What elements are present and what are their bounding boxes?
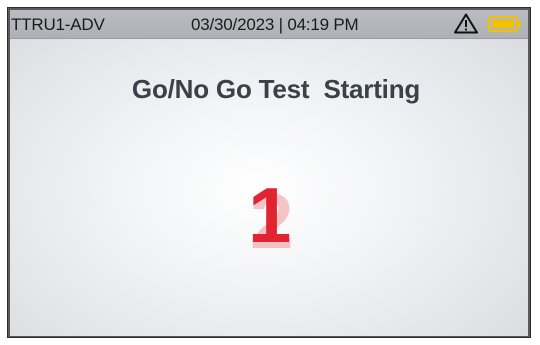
test-status-title: Go/No Go Test Starting [131, 74, 421, 104]
device-screen: TTRU1-ADV 03/30/2023 | 04:19 PM Go/No Go… [10, 10, 528, 336]
countdown: 2 1 [10, 170, 528, 265]
device-name: TTRU1-ADV [11, 15, 105, 34]
countdown-current-digit: 1 [248, 171, 292, 259]
status-bar: TTRU1-ADV 03/30/2023 | 04:19 PM [10, 10, 528, 39]
warning-icon [454, 13, 478, 34]
battery-icon [488, 16, 521, 32]
date-time: 03/30/2023 | 04:19 PM [191, 15, 359, 34]
